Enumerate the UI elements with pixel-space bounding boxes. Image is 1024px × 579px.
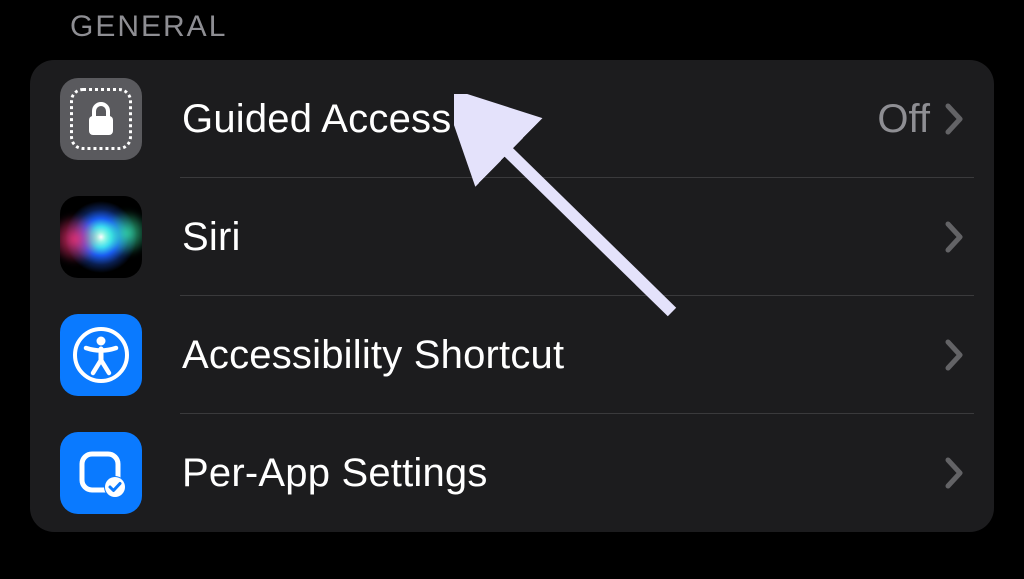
settings-section: GENERAL Guided Access Off Siri [0,0,1024,532]
row-label: Siri [182,215,944,260]
row-label: Accessibility Shortcut [182,333,944,378]
chevron-right-icon [944,102,966,136]
accessibility-icon [60,314,142,396]
row-guided-access[interactable]: Guided Access Off [50,60,974,178]
section-header-general: GENERAL [70,10,994,44]
per-app-settings-icon [60,432,142,514]
row-siri[interactable]: Siri [50,178,974,296]
row-per-app-settings[interactable]: Per-App Settings [50,414,974,532]
chevron-right-icon [944,456,966,490]
row-label: Guided Access [182,97,877,142]
lock-icon [88,102,114,136]
row-value: Off [877,97,930,142]
settings-card: Guided Access Off Siri [30,60,994,532]
row-accessibility-shortcut[interactable]: Accessibility Shortcut [50,296,974,414]
row-label: Per-App Settings [182,451,944,496]
siri-icon [60,196,142,278]
chevron-right-icon [944,338,966,372]
guided-access-icon [60,78,142,160]
chevron-right-icon [944,220,966,254]
